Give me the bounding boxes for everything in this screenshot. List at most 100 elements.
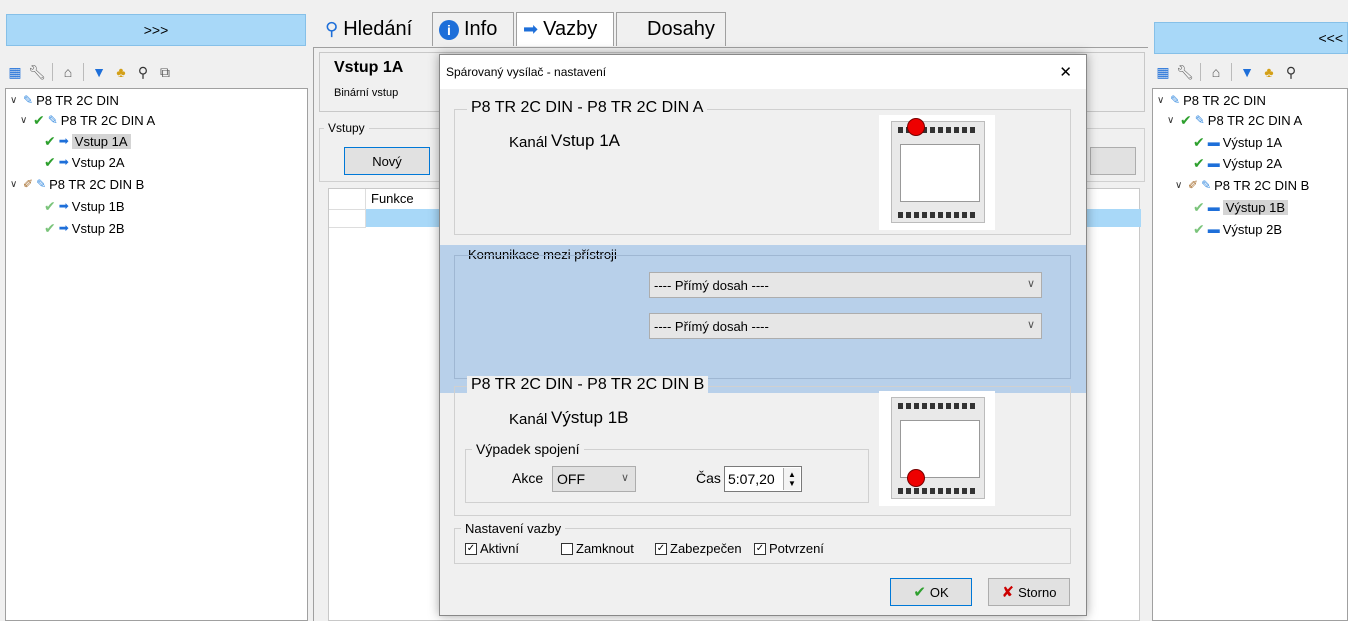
button-label: Storno bbox=[1018, 584, 1057, 600]
time-input[interactable]: 5:07,20 ▲ ▼ bbox=[724, 466, 802, 492]
tree-label: Vstup 1B bbox=[71, 198, 125, 214]
device-image-b bbox=[879, 391, 995, 506]
new-button[interactable]: Nový bbox=[344, 147, 430, 175]
route-select-2[interactable]: ---- Přímý dosah ---- ∨ bbox=[649, 313, 1042, 339]
tree-node-vystup-2b[interactable]: ✔ ▬ Výstup 2B bbox=[1193, 219, 1282, 239]
device-icon: ✎ bbox=[1170, 93, 1181, 107]
tree-node-device-b[interactable]: ∨ ✐ ✎ P8 TR 2C DIN B bbox=[10, 174, 144, 194]
tree-node-device-b[interactable]: ∨ ✐ ✎ P8 TR 2C DIN B bbox=[1175, 175, 1309, 195]
chevron-down-icon[interactable]: ∨ bbox=[10, 179, 20, 190]
collapse-left-button[interactable]: >>> bbox=[6, 14, 306, 46]
channel-indicator-dot bbox=[907, 469, 925, 487]
communication-band: Komunikace mezi přístroji ---- Přímý dos… bbox=[440, 245, 1086, 393]
arrow-right-icon: ➡ bbox=[58, 134, 69, 148]
home-icon[interactable]: ⌂ bbox=[59, 63, 77, 81]
chevron-down-icon[interactable]: ∨ bbox=[1167, 115, 1177, 126]
tree-node-vstup-1b[interactable]: ✔ ➡ Vstup 1B bbox=[44, 196, 125, 216]
sender-group: P8 TR 2C DIN - P8 TR 2C DIN A Kanál Vstu… bbox=[454, 99, 1071, 235]
device-body bbox=[891, 397, 985, 499]
copy-icon[interactable]: ⧉ bbox=[156, 63, 174, 81]
arrow-right-icon: ➡ bbox=[58, 199, 69, 213]
tree-label: Výstup 2B bbox=[1222, 221, 1282, 237]
binding-group-title: Nastavení vazby bbox=[461, 521, 566, 536]
action-select[interactable]: OFF ∨ bbox=[552, 466, 636, 492]
spinner-icon[interactable]: ▲ ▼ bbox=[783, 468, 800, 490]
tree-node-vystup-2a[interactable]: ✔ ▬ Výstup 2A bbox=[1193, 153, 1282, 173]
check-icon: ✔ bbox=[1180, 111, 1192, 128]
output-icon: ▬ bbox=[1207, 156, 1220, 170]
chevron-down-icon: ∨ bbox=[1026, 278, 1035, 290]
sender-channel-label: Kanál bbox=[509, 134, 548, 151]
route-select-1[interactable]: ---- Přímý dosah ---- ∨ bbox=[649, 272, 1042, 298]
select-value: ---- Přímý dosah ---- bbox=[654, 277, 769, 293]
pencil-icon: ✐ bbox=[23, 177, 34, 191]
tab-search[interactable]: ⚲ Hledání bbox=[319, 12, 432, 46]
wrench-icon[interactable]: 🔧︎ bbox=[1176, 63, 1194, 81]
checkbox-zabezpecen[interactable]: ✓ Zabezpečen bbox=[655, 541, 742, 556]
home-icon[interactable]: ⌂ bbox=[1207, 63, 1225, 81]
chevron-down-icon[interactable]: ∨ bbox=[1175, 180, 1185, 191]
sender-channel-value: Vstup 1A bbox=[551, 131, 620, 150]
tab-bar: ⚲ Hledání i Info ➡ Vazby Dosahy bbox=[313, 9, 1148, 48]
filter-icon[interactable]: ▼ bbox=[90, 63, 108, 81]
checkbox-zamknout[interactable]: Zamknout bbox=[561, 541, 663, 556]
search-icon: ⚲ bbox=[325, 18, 339, 39]
search-icon[interactable]: ⚲ bbox=[1282, 63, 1300, 81]
tree-node-vystup-1a[interactable]: ✔ ▬ Výstup 1A bbox=[1193, 132, 1282, 152]
ok-button[interactable]: ✔ OK bbox=[890, 578, 972, 606]
calculator-icon[interactable]: ▦ bbox=[6, 63, 24, 81]
left-panel: >>> ▦ 🔧︎ ⌂ ▼ ♣ ⚲ ⧉ ∨ ✎ P8 TR 2C DIN ∨ ✔ … bbox=[0, 0, 311, 621]
pencil-icon: ✐ bbox=[1188, 178, 1199, 192]
check-icon: ✔ bbox=[44, 153, 56, 170]
check-icon: ✔ bbox=[1193, 198, 1205, 215]
receiver-group: P8 TR 2C DIN - P8 TR 2C DIN B Kanál Výst… bbox=[454, 376, 1071, 516]
device-terminals bbox=[898, 403, 978, 409]
filter-icon[interactable]: ▼ bbox=[1238, 63, 1256, 81]
chevron-down-icon[interactable]: ∨ bbox=[10, 95, 20, 106]
calculator-icon[interactable]: ▦ bbox=[1154, 63, 1172, 81]
wrench-icon[interactable]: 🔧︎ bbox=[28, 63, 46, 81]
tab-vazby[interactable]: ➡ Vazby bbox=[516, 12, 614, 46]
tree-node-device-a[interactable]: ∨ ✔ ✎ P8 TR 2C DIN A bbox=[1167, 110, 1302, 130]
tree-node-vstup-1a[interactable]: ✔ ➡ Vstup 1A bbox=[44, 131, 131, 151]
tab-info[interactable]: i Info bbox=[432, 12, 514, 46]
hierarchy-icon[interactable]: ♣ bbox=[1260, 63, 1278, 81]
tree-node-root[interactable]: ∨ ✎ P8 TR 2C DIN bbox=[1157, 90, 1266, 110]
button-label: OK bbox=[929, 584, 949, 600]
check-icon: ✔ bbox=[1193, 154, 1205, 171]
tree-label: P8 TR 2C DIN A bbox=[1207, 112, 1303, 128]
checkbox-icon bbox=[561, 542, 573, 555]
tree-label: Výstup 1A bbox=[1222, 134, 1282, 150]
tab-label: Dosahy bbox=[647, 18, 715, 40]
checkbox-potvrzeni[interactable]: ✓ Potvrzení bbox=[754, 541, 824, 556]
side-button[interactable] bbox=[1090, 147, 1136, 175]
outage-group-title: Výpadek spojení bbox=[472, 441, 584, 457]
cancel-button[interactable]: ✘ Storno bbox=[988, 578, 1070, 606]
tab-label: Hledání bbox=[343, 17, 413, 40]
tab-label: Info bbox=[464, 18, 498, 40]
checkbox-label: Zabezpečen bbox=[670, 541, 742, 556]
close-icon[interactable]: ✕ bbox=[1059, 63, 1072, 81]
tree-node-vstup-2a[interactable]: ✔ ➡ Vstup 2A bbox=[44, 152, 125, 172]
tree-node-vstup-2b[interactable]: ✔ ➡ Vstup 2B bbox=[44, 218, 125, 238]
info-icon: i bbox=[439, 19, 459, 40]
tree-label: Vstup 2A bbox=[71, 154, 125, 170]
tree-label: Vstup 2B bbox=[71, 220, 125, 236]
checkbox-aktivni[interactable]: ✓ Aktivní bbox=[465, 541, 519, 556]
tree-node-root[interactable]: ∨ ✎ P8 TR 2C DIN bbox=[10, 90, 119, 110]
chevron-down-icon[interactable]: ∨ bbox=[20, 115, 30, 126]
page-subtitle: Binární vstup bbox=[334, 87, 399, 99]
collapse-right-button[interactable]: <<< bbox=[1154, 22, 1348, 54]
binding-settings-group: Nastavení vazby ✓ Aktivní Zamknout ✓ Zab… bbox=[454, 521, 1071, 564]
hierarchy-icon[interactable]: ♣ bbox=[112, 63, 130, 81]
search-icon[interactable]: ⚲ bbox=[134, 63, 152, 81]
chevron-down-icon[interactable]: ∨ bbox=[1157, 95, 1167, 106]
tab-dosahy[interactable]: Dosahy bbox=[616, 12, 726, 46]
tree-node-device-a[interactable]: ∨ ✔ ✎ P8 TR 2C DIN A bbox=[20, 110, 155, 130]
tree-label: Výstup 2A bbox=[1222, 155, 1282, 171]
output-icon: ▬ bbox=[1207, 200, 1220, 214]
page-title: Vstup 1A bbox=[334, 59, 404, 76]
table-header-funkce[interactable]: Funkce bbox=[371, 191, 414, 206]
tree-node-vystup-1b[interactable]: ✔ ▬ Výstup 1B bbox=[1193, 197, 1288, 217]
sender-group-title: P8 TR 2C DIN - P8 TR 2C DIN A bbox=[467, 99, 708, 117]
